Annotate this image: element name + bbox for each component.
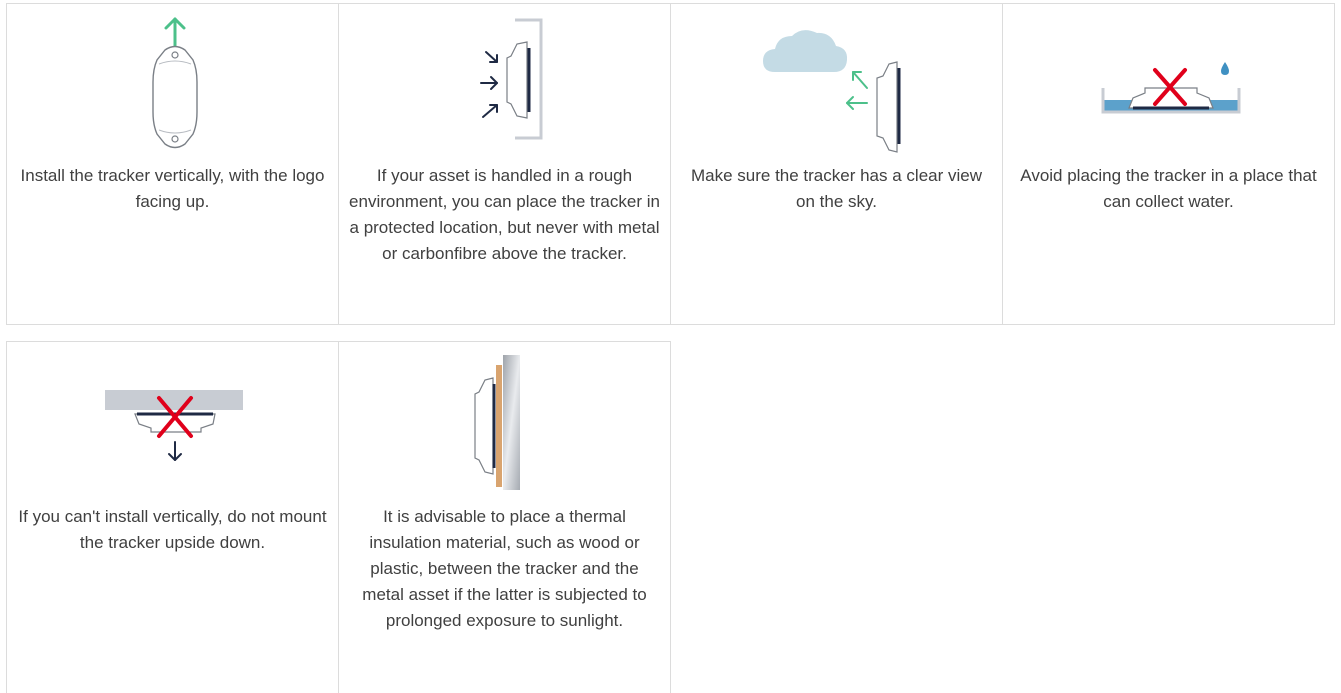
metal-asset-icon [503, 355, 520, 490]
tracker-side-icon [474, 377, 496, 475]
tip-caption: If you can't install vertically, do not … [18, 507, 327, 552]
tip-card-upside-down: If you can't install vertically, do not … [6, 341, 339, 693]
tip-card-water: Avoid placing the tracker in a place tha… [1002, 3, 1335, 325]
tip-caption: Avoid placing the tracker in a place tha… [1020, 166, 1317, 211]
tip-caption: Install the tracker vertically, with the… [20, 166, 325, 211]
tracker-side-icon [506, 41, 531, 119]
tips-row-2: If you can't install vertically, do not … [6, 341, 671, 693]
tracker-device-icon [152, 45, 198, 149]
tip-caption: It is advisable to place a thermal insul… [362, 507, 647, 630]
sky-arrows-icon [846, 71, 868, 110]
tracker-side-icon [876, 61, 901, 153]
water-collection-illustration [1003, 4, 1334, 154]
down-arrow-icon [168, 441, 182, 461]
tip-caption: Make sure the tracker has a clear view o… [690, 166, 982, 211]
tip-card-protected-location: If your asset is handled in a rough envi… [338, 3, 671, 325]
tip-caption: If your asset is handled in a rough envi… [349, 166, 660, 263]
cloud-icon [763, 30, 848, 73]
tips-row-1: Install the tracker vertically, with the… [6, 3, 1335, 325]
upside-down-illustration [7, 342, 338, 492]
thermal-insulation-illustration [339, 342, 670, 492]
impact-arrows-icon [480, 51, 498, 118]
wood-insulation-icon [496, 365, 502, 487]
tip-card-thermal-insulation: It is advisable to place a thermal insul… [338, 341, 671, 693]
tip-card-clear-sky: Make sure the tracker has a clear view o… [670, 3, 1003, 325]
tracker-vertical-illustration [7, 4, 338, 154]
tip-card-vertical: Install the tracker vertically, with the… [6, 3, 339, 325]
clear-sky-illustration [671, 4, 1002, 154]
ceiling-surface-icon [105, 390, 243, 410]
water-drop-icon [1221, 62, 1229, 75]
green-up-arrow-icon [164, 17, 186, 48]
protected-location-illustration [339, 4, 670, 154]
